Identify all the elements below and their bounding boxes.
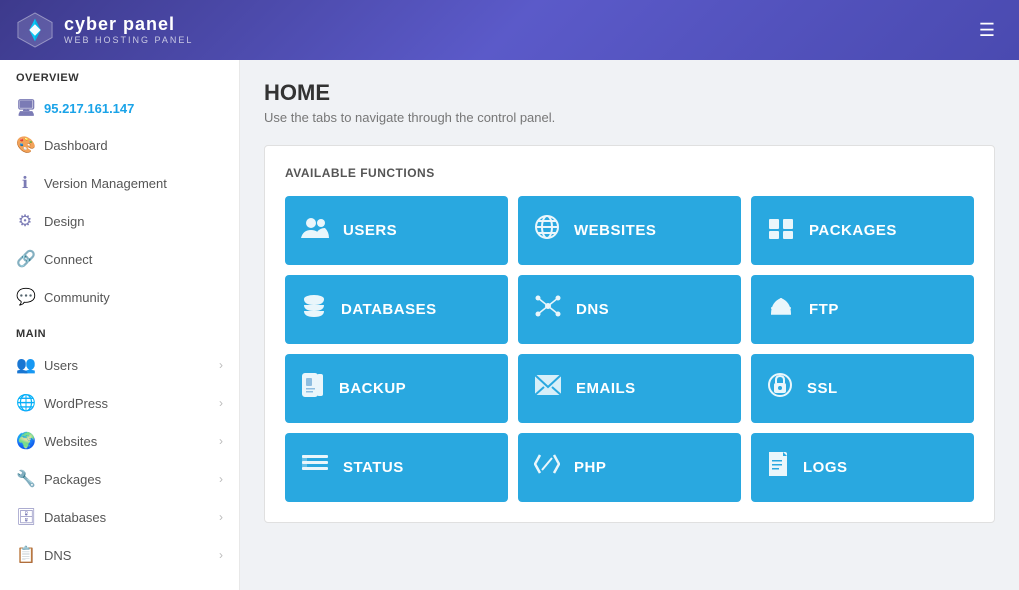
main-content: HOME Use the tabs to navigate through th… [240,60,1019,590]
users-function-icon [301,216,329,245]
link-icon: 🔗 [16,249,34,269]
logo-text: cyber panel WEB HOSTING PANEL [64,15,193,45]
websites-icon: 🌍 [16,431,34,451]
overview-section-label: OVERVIEW [0,60,239,90]
community-icon: 💬 [16,287,34,307]
ip-label: 95.217.161.147 [44,101,134,116]
logo-icon [16,11,54,49]
databases-function-icon [301,293,327,326]
sidebar-item-label: DNS [44,548,71,563]
packages-icon: 🔧 [16,469,34,489]
available-functions-label: AVAILABLE FUNCTIONS [285,166,974,180]
sidebar: OVERVIEW 🖥 95.217.161.147 🎨 Dashboard ℹ … [0,60,240,590]
chevron-right-icon: › [219,510,223,524]
sidebar-item-label: Websites [44,434,97,449]
gear-icon: ⚙ [16,211,34,231]
function-backup-button[interactable]: BACKUP [285,354,508,423]
status-function-label: STATUS [343,459,404,476]
packages-function-icon [767,215,795,246]
sidebar-item-label: Community [44,290,110,305]
sidebar-item-databases[interactable]: 🗄 Databases › [0,498,239,536]
status-function-icon [301,453,329,482]
chevron-right-icon: › [219,396,223,410]
dns-icon: 📋 [16,545,34,565]
sidebar-item-label: Users [44,358,78,373]
logs-function-icon [767,451,789,484]
chevron-right-icon: › [219,358,223,372]
sidebar-item-community[interactable]: 💬 Community [0,278,239,316]
logs-function-label: LOGS [803,459,848,476]
function-packages-button[interactable]: PACKAGES [751,196,974,265]
page-subtitle: Use the tabs to navigate through the con… [264,110,995,125]
databases-function-label: DATABASES [341,301,437,318]
sidebar-item-label: WordPress [44,396,108,411]
functions-card: AVAILABLE FUNCTIONS USERS [264,145,995,523]
sidebar-item-dns[interactable]: 📋 DNS › [0,536,239,574]
monitor-icon: 🖥 [16,98,34,118]
php-function-icon [534,453,560,482]
menu-toggle-button[interactable]: ☰ [971,16,1003,45]
chevron-right-icon: › [219,548,223,562]
sidebar-item-label: Design [44,214,84,229]
sidebar-item-dashboard[interactable]: 🎨 Dashboard [0,126,239,164]
dashboard-icon: 🎨 [16,135,34,155]
function-php-button[interactable]: PHP [518,433,741,502]
packages-function-label: PACKAGES [809,222,897,239]
emails-function-icon [534,374,562,403]
function-emails-button[interactable]: EMAILS [518,354,741,423]
sidebar-item-label: Dashboard [44,138,108,153]
info-icon: ℹ [16,173,34,193]
main-section-label: MAIN [0,316,239,346]
sidebar-item-wordpress[interactable]: 🌐 WordPress › [0,384,239,422]
main-layout: OVERVIEW 🖥 95.217.161.147 🎨 Dashboard ℹ … [0,60,1019,590]
sidebar-item-websites[interactable]: 🌍 Websites › [0,422,239,460]
database-icon: 🗄 [16,507,34,527]
function-logs-button[interactable]: LOGS [751,433,974,502]
chevron-right-icon: › [219,472,223,486]
php-function-label: PHP [574,459,606,476]
page-title: HOME [264,80,995,106]
backup-function-label: BACKUP [339,380,406,397]
backup-function-icon [301,372,325,405]
sidebar-item-version-management[interactable]: ℹ Version Management [0,164,239,202]
emails-function-label: EMAILS [576,380,636,397]
sidebar-item-design[interactable]: ⚙ Design [0,202,239,240]
logo-subtitle: WEB HOSTING PANEL [64,35,193,45]
sidebar-item-users[interactable]: 👥 Users › [0,346,239,384]
function-users-button[interactable]: USERS [285,196,508,265]
wordpress-icon: 🌐 [16,393,34,413]
sidebar-item-label: Packages [44,472,101,487]
function-databases-button[interactable]: DATABASES [285,275,508,344]
ftp-function-icon [767,294,795,325]
websites-function-icon [534,214,560,247]
dns-function-label: DNS [576,301,609,318]
function-ssl-button[interactable]: SSL [751,354,974,423]
functions-grid: USERS WEBSITES [285,196,974,502]
ftp-function-label: FTP [809,301,839,318]
function-ftp-button[interactable]: FTP [751,275,974,344]
websites-function-label: WEBSITES [574,222,656,239]
function-dns-button[interactable]: DNS [518,275,741,344]
sidebar-item-packages[interactable]: 🔧 Packages › [0,460,239,498]
function-status-button[interactable]: STATUS [285,433,508,502]
ssl-function-icon [767,372,793,405]
dns-function-icon [534,294,562,325]
function-websites-button[interactable]: WEBSITES [518,196,741,265]
users-function-label: USERS [343,222,397,239]
sidebar-item-label: Databases [44,510,106,525]
logo-title: cyber panel [64,15,193,35]
sidebar-item-connect[interactable]: 🔗 Connect [0,240,239,278]
chevron-right-icon: › [219,434,223,448]
sidebar-item-label: Version Management [44,176,167,191]
ssl-function-label: SSL [807,380,838,397]
users-icon: 👥 [16,355,34,375]
logo-area: cyber panel WEB HOSTING PANEL [16,11,193,49]
sidebar-item-label: Connect [44,252,92,267]
sidebar-ip-address[interactable]: 🖥 95.217.161.147 [0,90,239,126]
top-header: cyber panel WEB HOSTING PANEL ☰ [0,0,1019,60]
